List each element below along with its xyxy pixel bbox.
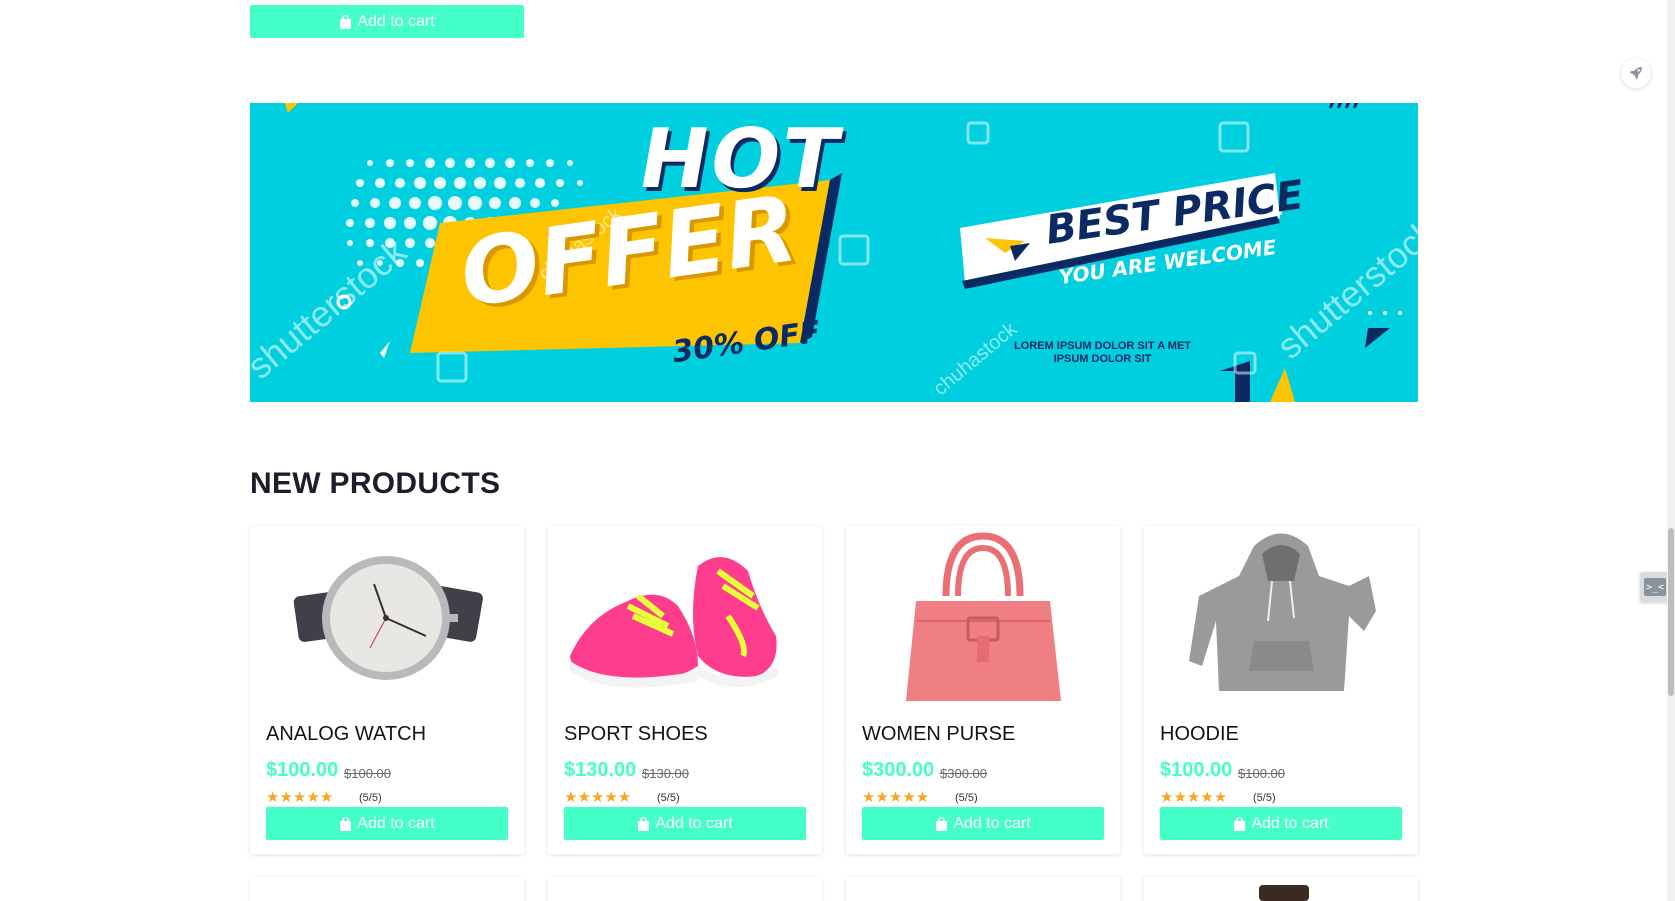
rating-stars-icon: ★★★★★	[564, 789, 632, 806]
product-card[interactable]	[846, 877, 1120, 901]
add-to-cart-button[interactable]: Add to cart	[862, 807, 1104, 840]
scrollbar-track[interactable]	[1667, 0, 1675, 901]
section-title: NEW PRODUCTS	[250, 467, 501, 500]
rating-text: (5/5)	[359, 792, 382, 804]
rating-stars-icon: ★★★★★	[1160, 789, 1228, 806]
add-to-cart-label: Add to cart	[357, 814, 435, 832]
watch-image[interactable]	[250, 526, 524, 706]
rating-stars-icon: ★★★★★	[266, 789, 334, 806]
add-to-cart-label: Add to cart	[953, 814, 1031, 832]
shopping-bag-icon	[340, 816, 352, 831]
banner-lorem-line: LOREM IPSUM DOLOR SIT A MET	[1013, 340, 1191, 352]
add-to-cart-label: Add to cart	[1251, 814, 1329, 832]
product-card[interactable]: ANALOG WATCH $100.00 $100.00 ★★★★★ (5/5)…	[250, 526, 524, 854]
product-name[interactable]: WOMEN PURSE	[862, 723, 1015, 746]
product-price: $130.00	[564, 759, 637, 781]
banner-lorem-line: IPSUM DOLOR SIT	[1053, 353, 1152, 365]
product-image	[1259, 885, 1309, 901]
rating-text: (5/5)	[657, 792, 680, 804]
rocket-icon[interactable]	[1621, 58, 1651, 88]
add-to-cart-button[interactable]: Add to cart	[564, 807, 806, 840]
scrollbar-thumb[interactable]	[1668, 528, 1674, 696]
product-name[interactable]: ANALOG WATCH	[266, 723, 426, 746]
shopping-bag-icon	[936, 816, 948, 831]
product-card[interactable]	[1144, 877, 1418, 901]
product-card[interactable]: WOMEN PURSE $300.00 $300.00 ★★★★★ (5/5) …	[846, 526, 1120, 854]
add-to-cart-label: Add to cart	[655, 814, 733, 832]
rating-text: (5/5)	[955, 792, 978, 804]
product-card[interactable]	[548, 877, 822, 901]
product-card[interactable]: HOODIE $100.00 $100.00 ★★★★★ (5/5) Add t…	[1144, 526, 1418, 854]
shopping-bag-icon	[1234, 816, 1246, 831]
product-price: $100.00	[1160, 759, 1233, 781]
shoes-image[interactable]	[548, 526, 822, 706]
product-old-price: $300.00	[940, 766, 987, 781]
rating-text: (5/5)	[1253, 792, 1276, 804]
shopping-bag-icon	[638, 816, 650, 831]
add-to-cart-button[interactable]: Add to cart	[266, 807, 508, 840]
product-price: $300.00	[862, 759, 935, 781]
banner-lorem-text: LOREM IPSUM DOLOR SIT A MET IPSUM DOLOR …	[1000, 340, 1205, 366]
product-old-price: $130.00	[642, 766, 689, 781]
product-name[interactable]: HOODIE	[1160, 723, 1239, 746]
product-card[interactable]	[250, 877, 524, 901]
product-card[interactable]: SPORT SHOES $130.00 $130.00 ★★★★★ (5/5) …	[548, 526, 822, 854]
product-name[interactable]: SPORT SHOES	[564, 723, 708, 746]
add-to-cart-button[interactable]: Add to cart	[1160, 807, 1402, 840]
shopping-bag-icon	[340, 14, 352, 29]
add-to-cart-button[interactable]: Add to cart	[250, 5, 524, 38]
add-to-cart-label: Add to cart	[357, 12, 435, 30]
product-old-price: $100.00	[344, 766, 391, 781]
product-price: $100.00	[266, 759, 339, 781]
rating-stars-icon: ★★★★★	[862, 789, 930, 806]
product-old-price: $100.00	[1238, 766, 1285, 781]
purse-image[interactable]	[846, 526, 1120, 706]
console-glyph: >_<	[1644, 578, 1666, 596]
hoodie-image[interactable]	[1144, 526, 1418, 706]
console-icon[interactable]: >_<	[1640, 572, 1670, 602]
